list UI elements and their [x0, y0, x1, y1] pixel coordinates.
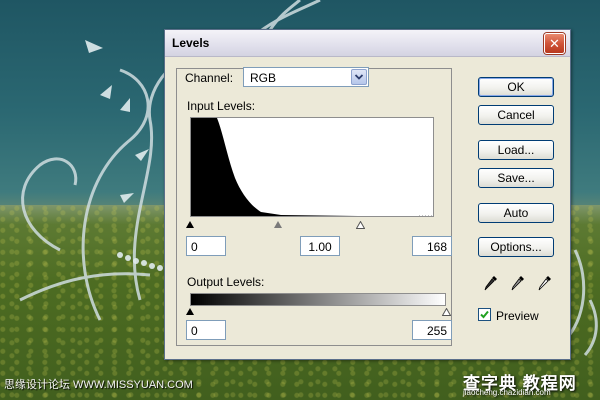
auto-button[interactable]: Auto	[478, 203, 554, 223]
title-bar[interactable]: Levels ✕	[165, 30, 570, 57]
watermark-left: 思缘设计论坛 WWW.MISSYUAN.COM	[4, 379, 193, 391]
save-button[interactable]: Save...	[478, 168, 554, 188]
cancel-button[interactable]: Cancel	[478, 105, 554, 125]
input-levels-label: Input Levels:	[187, 99, 256, 113]
input-black-field[interactable]: 0	[186, 236, 226, 256]
watermark-right: 查字典 教程网 jiaocheng.chazidian.com	[463, 369, 595, 397]
output-black-field[interactable]: 0	[186, 320, 226, 340]
preview-label: Preview	[496, 309, 539, 323]
input-white-field[interactable]: 168	[412, 236, 452, 256]
dialog-title: Levels	[172, 36, 210, 50]
input-slider-track[interactable]	[186, 219, 434, 229]
output-black-slider[interactable]	[186, 308, 194, 315]
output-levels-label: Output Levels:	[187, 275, 265, 289]
levels-dialog: Levels ✕ Channel: RGB Input Levels: 0 1.…	[164, 29, 571, 360]
channel-select[interactable]: RGB	[243, 67, 369, 87]
input-gamma-slider[interactable]	[274, 221, 282, 228]
checkmark-icon	[480, 310, 489, 319]
ok-button[interactable]: OK	[478, 77, 554, 97]
close-icon: ✕	[549, 36, 560, 51]
options-button[interactable]: Options...	[478, 237, 554, 257]
output-white-field[interactable]: 255	[412, 320, 452, 340]
channel-label: Channel:	[185, 71, 234, 85]
chevron-down-icon[interactable]	[351, 69, 367, 85]
input-gamma-field[interactable]: 1.00	[300, 236, 340, 256]
white-eyedropper-icon[interactable]	[538, 275, 552, 293]
watermark-right-sub: jiaocheng.chazidian.com	[463, 388, 551, 397]
histogram	[190, 117, 434, 217]
black-eyedropper-icon[interactable]	[484, 275, 498, 293]
input-white-slider[interactable]	[356, 221, 365, 229]
output-white-slider[interactable]	[442, 308, 451, 316]
input-black-slider[interactable]	[186, 221, 194, 228]
channel-value: RGB	[250, 71, 277, 85]
load-button[interactable]: Load...	[478, 140, 554, 160]
gray-eyedropper-icon[interactable]	[511, 275, 525, 293]
output-gradient-bar	[190, 293, 446, 306]
close-button[interactable]: ✕	[544, 33, 565, 54]
preview-checkbox[interactable]	[478, 308, 491, 321]
